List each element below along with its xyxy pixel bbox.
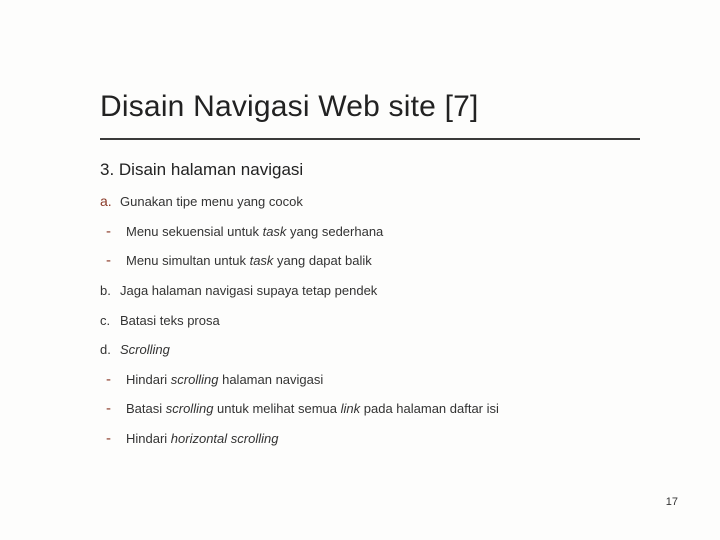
list-item: c.Batasi teks prosa (100, 312, 640, 330)
page-number: 17 (666, 496, 678, 508)
section-heading: 3. Disain halaman navigasi (100, 160, 640, 180)
list-text: Hindari scrolling halaman navigasi (126, 371, 323, 389)
list-marker: - (106, 224, 126, 239)
list-item: d.Scrolling (100, 341, 640, 359)
list-text: Jaga halaman navigasi supaya tetap pende… (120, 282, 377, 300)
list-marker: - (106, 431, 126, 446)
list-marker: b. (100, 282, 120, 300)
list-marker: a. (100, 192, 120, 211)
list-text: Batasi teks prosa (120, 312, 220, 330)
list-item: -Menu sekuensial untuk task yang sederha… (100, 223, 640, 241)
list-text: Menu simultan untuk task yang dapat bali… (126, 252, 372, 270)
list-marker: - (106, 253, 126, 268)
list-text: Menu sekuensial untuk task yang sederhan… (126, 223, 383, 241)
list-text: Hindari horizontal scrolling (126, 430, 278, 448)
title-rule (100, 138, 640, 140)
list-item: -Hindari horizontal scrolling (100, 430, 640, 448)
list-text: Gunakan tipe menu yang cocok (120, 193, 303, 211)
list-marker: c. (100, 312, 120, 330)
list-item: -Batasi scrolling untuk melihat semua li… (100, 400, 640, 418)
list-marker: d. (100, 341, 120, 359)
list-marker: - (106, 372, 126, 387)
list-text: Scrolling (120, 341, 170, 359)
list-item: -Menu simultan untuk task yang dapat bal… (100, 252, 640, 270)
slide-title: Disain Navigasi Web site [7] (100, 90, 640, 124)
list-item: b.Jaga halaman navigasi supaya tetap pen… (100, 282, 640, 300)
content-list: a.Gunakan tipe menu yang cocok-Menu seku… (100, 192, 640, 447)
list-marker: - (106, 401, 126, 416)
list-item: -Hindari scrolling halaman navigasi (100, 371, 640, 389)
list-text: Batasi scrolling untuk melihat semua lin… (126, 400, 499, 418)
list-item: a.Gunakan tipe menu yang cocok (100, 192, 640, 211)
